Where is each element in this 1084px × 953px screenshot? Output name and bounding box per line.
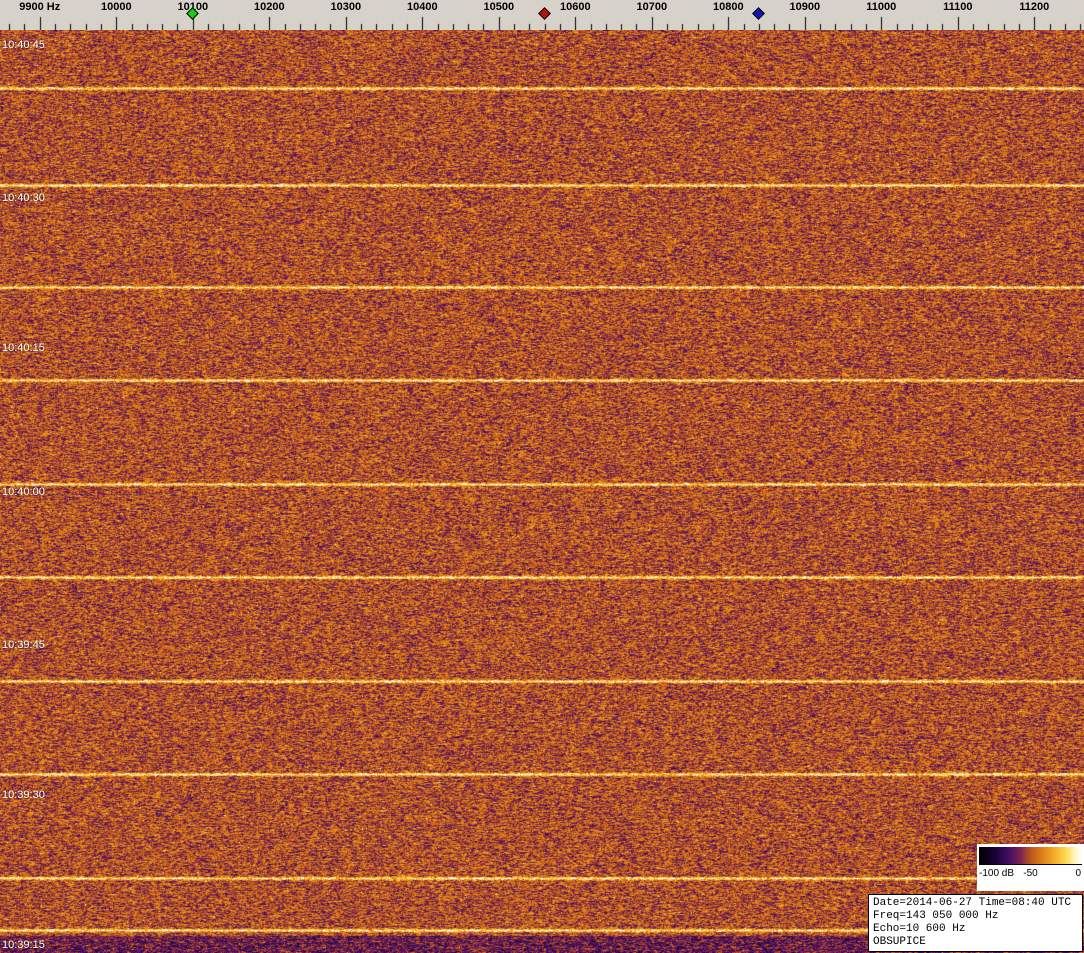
freq-tick-label: 11200 bbox=[1019, 1, 1050, 13]
freq-tick-label: 10000 bbox=[100, 1, 132, 13]
time-tick-label: 10:40:15 bbox=[2, 342, 45, 354]
freq-tick-label: 10800 bbox=[712, 1, 744, 13]
spectrogram-window: 9900 Hz100001010010200103001040010500106… bbox=[0, 0, 1084, 953]
freq-tick-label: 9900 Hz bbox=[19, 1, 61, 13]
time-tick-label: 10:40:00 bbox=[2, 486, 45, 498]
freq-tick-label: 10400 bbox=[406, 1, 438, 13]
colorbar-gradient bbox=[979, 847, 1082, 865]
observation-info-box: Date=2014-06-27 Time=08:40 UTC Freq=143 … bbox=[868, 894, 1083, 952]
info-echo-frequency: Echo=10 600 Hz bbox=[873, 923, 966, 935]
colorbar-min-label: -100 dB bbox=[979, 868, 1015, 879]
freq-tick-label: 11100 bbox=[943, 1, 973, 13]
time-tick-label: 10:40:30 bbox=[2, 192, 45, 204]
freq-tick-label: 10500 bbox=[483, 1, 515, 13]
colorbar-scale: -100 dB -50 0 bbox=[979, 865, 1082, 887]
freq-tick-label: 10200 bbox=[253, 1, 285, 13]
freq-tick-label: 10300 bbox=[330, 1, 362, 13]
colorbar-mid-label: -50 bbox=[1023, 868, 1038, 879]
time-tick-label: 10:39:30 bbox=[2, 789, 45, 801]
freq-tick-label: 10700 bbox=[636, 1, 668, 13]
spectrogram-waterfall bbox=[0, 30, 1084, 953]
freq-tick-label: 11000 bbox=[866, 1, 897, 13]
freq-tick-label: 10900 bbox=[789, 1, 821, 13]
info-date-time: Date=2014-06-27 Time=08:40 UTC bbox=[873, 897, 1072, 909]
time-tick-label: 10:40:45 bbox=[2, 39, 45, 51]
info-frequency: Freq=143 050 000 Hz bbox=[873, 910, 999, 922]
colorbar-max-label: 0 bbox=[1075, 868, 1081, 879]
frequency-ruler: 9900 Hz100001010010200103001040010500106… bbox=[0, 0, 1084, 30]
time-tick-label: 10:39:15 bbox=[2, 939, 45, 951]
time-tick-label: 10:39:45 bbox=[2, 639, 45, 651]
colorbar-legend: -100 dB -50 0 bbox=[977, 844, 1084, 891]
info-station-name: OBSUPICE bbox=[873, 936, 926, 948]
freq-tick-label: 10600 bbox=[559, 1, 591, 13]
